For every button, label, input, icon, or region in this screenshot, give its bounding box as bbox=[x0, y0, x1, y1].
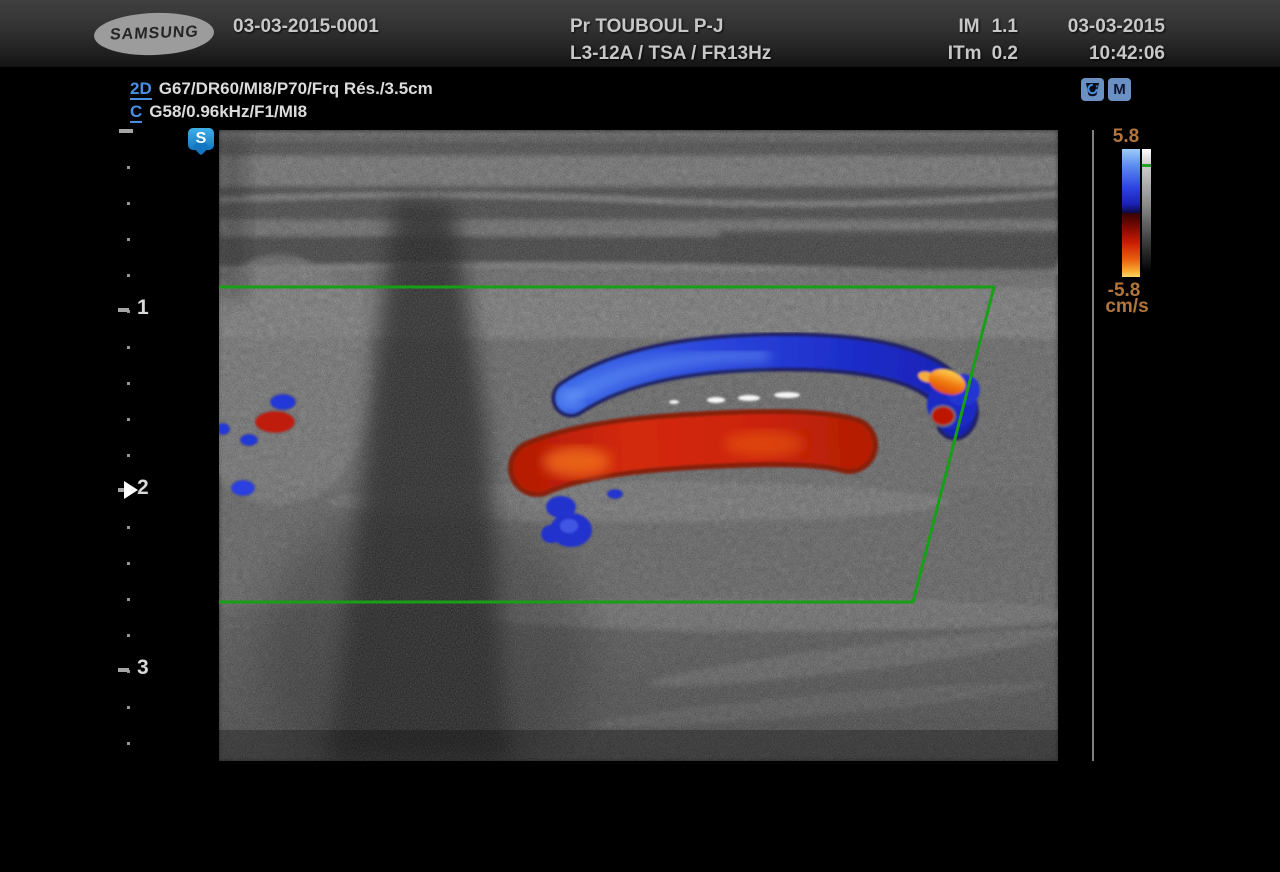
depth-ruler-ticks bbox=[127, 130, 130, 761]
probe-rotate-icon[interactable] bbox=[1081, 78, 1104, 101]
probe-orientation-badge: S bbox=[188, 128, 214, 150]
2d-params-text: G67/DR60/MI8/P70/Frq Rés./3.5cm bbox=[159, 79, 433, 98]
depth-label-1: 1 bbox=[137, 296, 149, 320]
depth-mark-0 bbox=[119, 129, 133, 133]
body-marker-glyph: M bbox=[1113, 82, 1126, 97]
ti-value: 0.2 bbox=[992, 43, 1018, 65]
mi-readout: IM 1.1 bbox=[958, 16, 1018, 38]
mi-value: 1.1 bbox=[992, 16, 1018, 38]
samsung-logo: SAMSUNG bbox=[93, 11, 214, 57]
2d-params-line: 2D G67/DR60/MI8/P70/Frq Rés./3.5cm bbox=[130, 79, 433, 99]
probe-rotate-glyph bbox=[1083, 80, 1102, 99]
color-params-line: C G58/0.96kHz/F1/MI8 bbox=[130, 102, 307, 122]
velocity-scale-unit: cm/s bbox=[1098, 296, 1156, 318]
velocity-scale-max: 5.8 bbox=[1100, 126, 1152, 148]
exam-date: 03-03-2015 bbox=[1068, 16, 1165, 38]
mode-color-label: C bbox=[130, 102, 142, 123]
depth-mark-1 bbox=[118, 308, 129, 312]
ultrasound-image bbox=[219, 130, 1058, 761]
doppler-color-bar bbox=[1122, 149, 1140, 277]
ultrasound-canvas bbox=[219, 130, 1058, 761]
image-area-divider bbox=[1092, 130, 1094, 761]
mode-2d-label: 2D bbox=[130, 79, 152, 100]
ti-label: ITm bbox=[948, 43, 982, 65]
top-status-bar: SAMSUNG 03-03-2015-0001 Pr TOUBOUL P-J L… bbox=[0, 0, 1280, 70]
focus-position-arrow bbox=[124, 481, 138, 499]
patient-id: 03-03-2015-0001 bbox=[233, 16, 379, 38]
bottom-shade bbox=[219, 730, 1058, 761]
brand-text: SAMSUNG bbox=[109, 23, 199, 44]
depth-label-2: 2 bbox=[137, 476, 149, 500]
depth-label-3: 3 bbox=[137, 656, 149, 680]
depth-mark-3 bbox=[118, 668, 129, 672]
red-flow-spot bbox=[931, 406, 955, 426]
color-params-text: G58/0.96kHz/F1/MI8 bbox=[149, 102, 307, 121]
physician-name: Pr TOUBOUL P-J bbox=[570, 16, 723, 38]
grayscale-marker bbox=[1142, 164, 1151, 167]
probe-orientation-letter: S bbox=[196, 131, 207, 147]
ti-readout: ITm 0.2 bbox=[948, 43, 1018, 65]
exam-time: 10:42:06 bbox=[1089, 43, 1165, 65]
mi-label: IM bbox=[958, 16, 979, 38]
body-marker-icon[interactable]: M bbox=[1108, 78, 1131, 101]
grayscale-bar bbox=[1142, 149, 1151, 273]
probe-preset-info: L3-12A / TSA / FR13Hz bbox=[570, 43, 771, 65]
